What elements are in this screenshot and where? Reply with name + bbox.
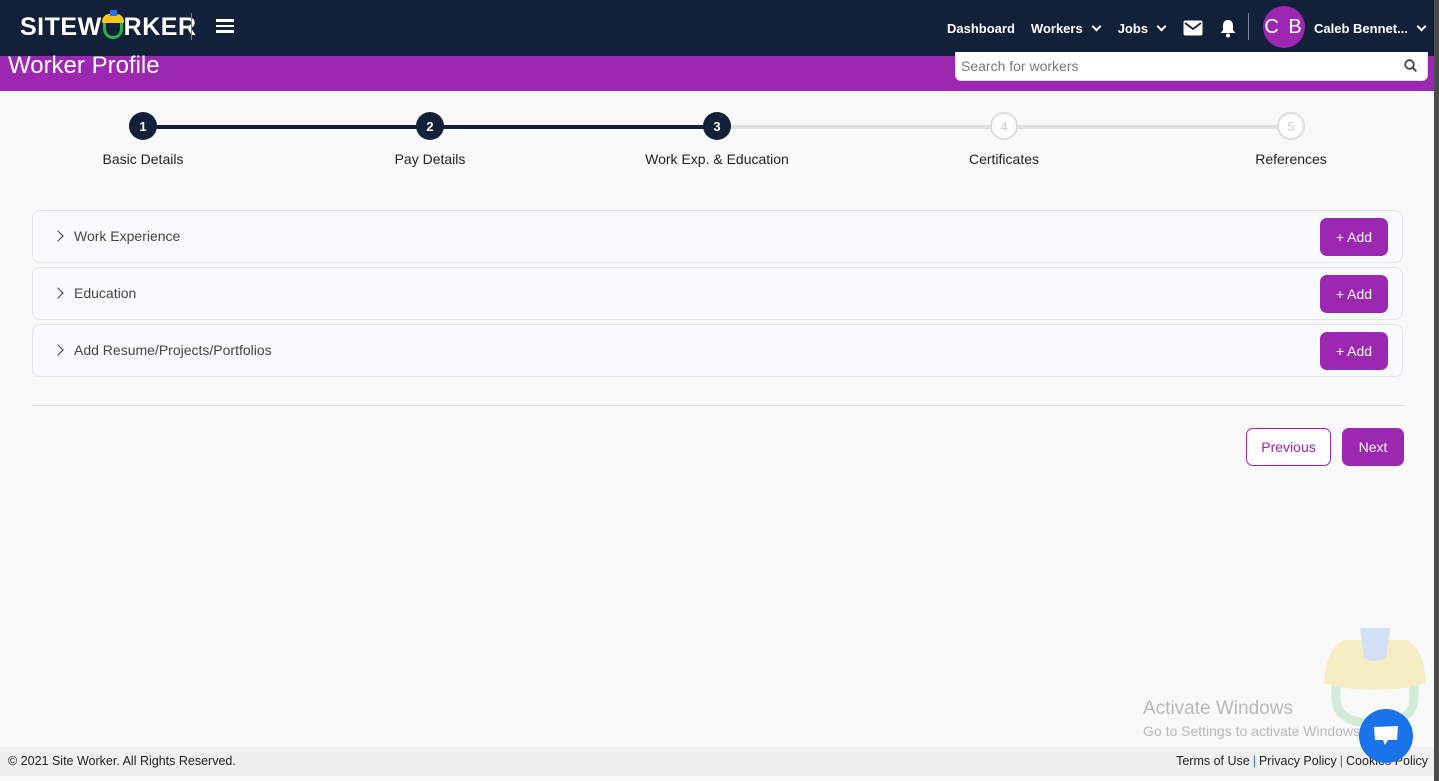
step-number: 2 — [416, 112, 444, 140]
step-label: Certificates — [968, 151, 1040, 167]
section-label: Education — [74, 285, 137, 301]
divider — [32, 405, 1404, 406]
nav-workers[interactable]: Workers — [1030, 20, 1102, 36]
chevron-down-icon — [1091, 21, 1102, 31]
search-bar — [955, 52, 1428, 81]
top-navbar: SITEW RKER Dashboard Workers Jobs C B Cal… — [0, 0, 1434, 56]
sitewoker-logo[interactable]: SITEW RKER — [20, 9, 197, 42]
accordion-resume-projects[interactable]: Add Resume/Projects/Portfolios + Add — [32, 324, 1403, 377]
search-input[interactable] — [956, 52, 1386, 80]
copyright: © 2021 Site Worker. All Rights Reserved. — [8, 754, 236, 768]
mail-icon[interactable] — [1183, 20, 1203, 36]
activate-subtitle: Go to Settings to activate Windows. — [1143, 723, 1364, 739]
step-basic-details[interactable]: 1 Basic Details — [43, 112, 243, 167]
logo-text: RKER — [123, 13, 197, 41]
nav-workers-label: Workers — [1030, 20, 1083, 36]
nav-dashboard[interactable]: Dashboard — [947, 21, 1015, 36]
step-label: References — [1255, 151, 1327, 167]
chevron-right-icon — [52, 287, 64, 299]
add-resume-button[interactable]: + Add — [1320, 332, 1388, 370]
terms-link[interactable]: Terms of Use — [1176, 754, 1250, 768]
step-number: 4 — [990, 112, 1018, 140]
divider — [191, 13, 192, 40]
chevron-right-icon — [52, 230, 64, 242]
footer: © 2021 Site Worker. All Rights Reserved.… — [0, 747, 1434, 776]
activate-title: Activate Windows — [1143, 698, 1293, 719]
step-references[interactable]: 5 References — [1191, 112, 1391, 167]
step-label: Pay Details — [394, 151, 466, 167]
next-button[interactable]: Next — [1342, 428, 1404, 466]
divider — [1248, 13, 1249, 40]
user-menu[interactable]: Caleb Bennet... — [1314, 0, 1427, 56]
hardhat-icon — [101, 9, 124, 39]
nav-jobs-label: Jobs — [1117, 20, 1149, 36]
privacy-link[interactable]: Privacy Policy — [1259, 754, 1337, 768]
chevron-right-icon — [52, 344, 64, 356]
chat-icon — [1374, 726, 1398, 745]
logo-text: SITEW — [20, 13, 102, 41]
nav-dashboard-label: Dashboard — [947, 20, 1015, 36]
page-title: Worker Profile — [8, 52, 160, 77]
bell-icon[interactable] — [1219, 19, 1237, 38]
chevron-down-icon — [1156, 21, 1167, 31]
step-number: 5 — [1277, 112, 1305, 140]
accordion-education[interactable]: Education + Add — [32, 267, 1403, 320]
avatar-initials: C B — [1264, 15, 1304, 38]
add-work-experience-button[interactable]: + Add — [1320, 218, 1388, 256]
accordion-work-experience[interactable]: Work Experience + Add — [32, 210, 1403, 263]
avatar[interactable]: C B — [1263, 6, 1305, 48]
menu-icon[interactable] — [216, 19, 234, 33]
search-icon[interactable] — [1404, 59, 1417, 72]
previous-button[interactable]: Previous — [1246, 428, 1331, 466]
step-number: 1 — [129, 112, 157, 140]
section-label: Work Experience — [74, 228, 181, 244]
chat-button[interactable] — [1359, 709, 1413, 763]
add-education-button[interactable]: + Add — [1320, 275, 1388, 313]
step-pay-details[interactable]: 2 Pay Details — [330, 112, 530, 167]
chevron-down-icon — [1416, 21, 1427, 31]
step-number: 3 — [703, 112, 731, 140]
step-label: Work Exp. & Education — [645, 151, 789, 167]
step-certificates[interactable]: 4 Certificates — [904, 112, 1104, 167]
step-work-exp-education[interactable]: 3 Work Exp. & Education — [617, 112, 817, 167]
nav-jobs[interactable]: Jobs — [1117, 20, 1167, 36]
scrollbar[interactable] — [1434, 0, 1439, 781]
section-label: Add Resume/Projects/Portfolios — [74, 342, 272, 358]
step-label: Basic Details — [102, 151, 184, 167]
user-name: Caleb Bennet... — [1314, 20, 1408, 36]
nav-links: Dashboard Workers Jobs — [947, 0, 1237, 56]
activate-windows-notice: Activate Windows Go to Settings to activa… — [1143, 698, 1364, 739]
